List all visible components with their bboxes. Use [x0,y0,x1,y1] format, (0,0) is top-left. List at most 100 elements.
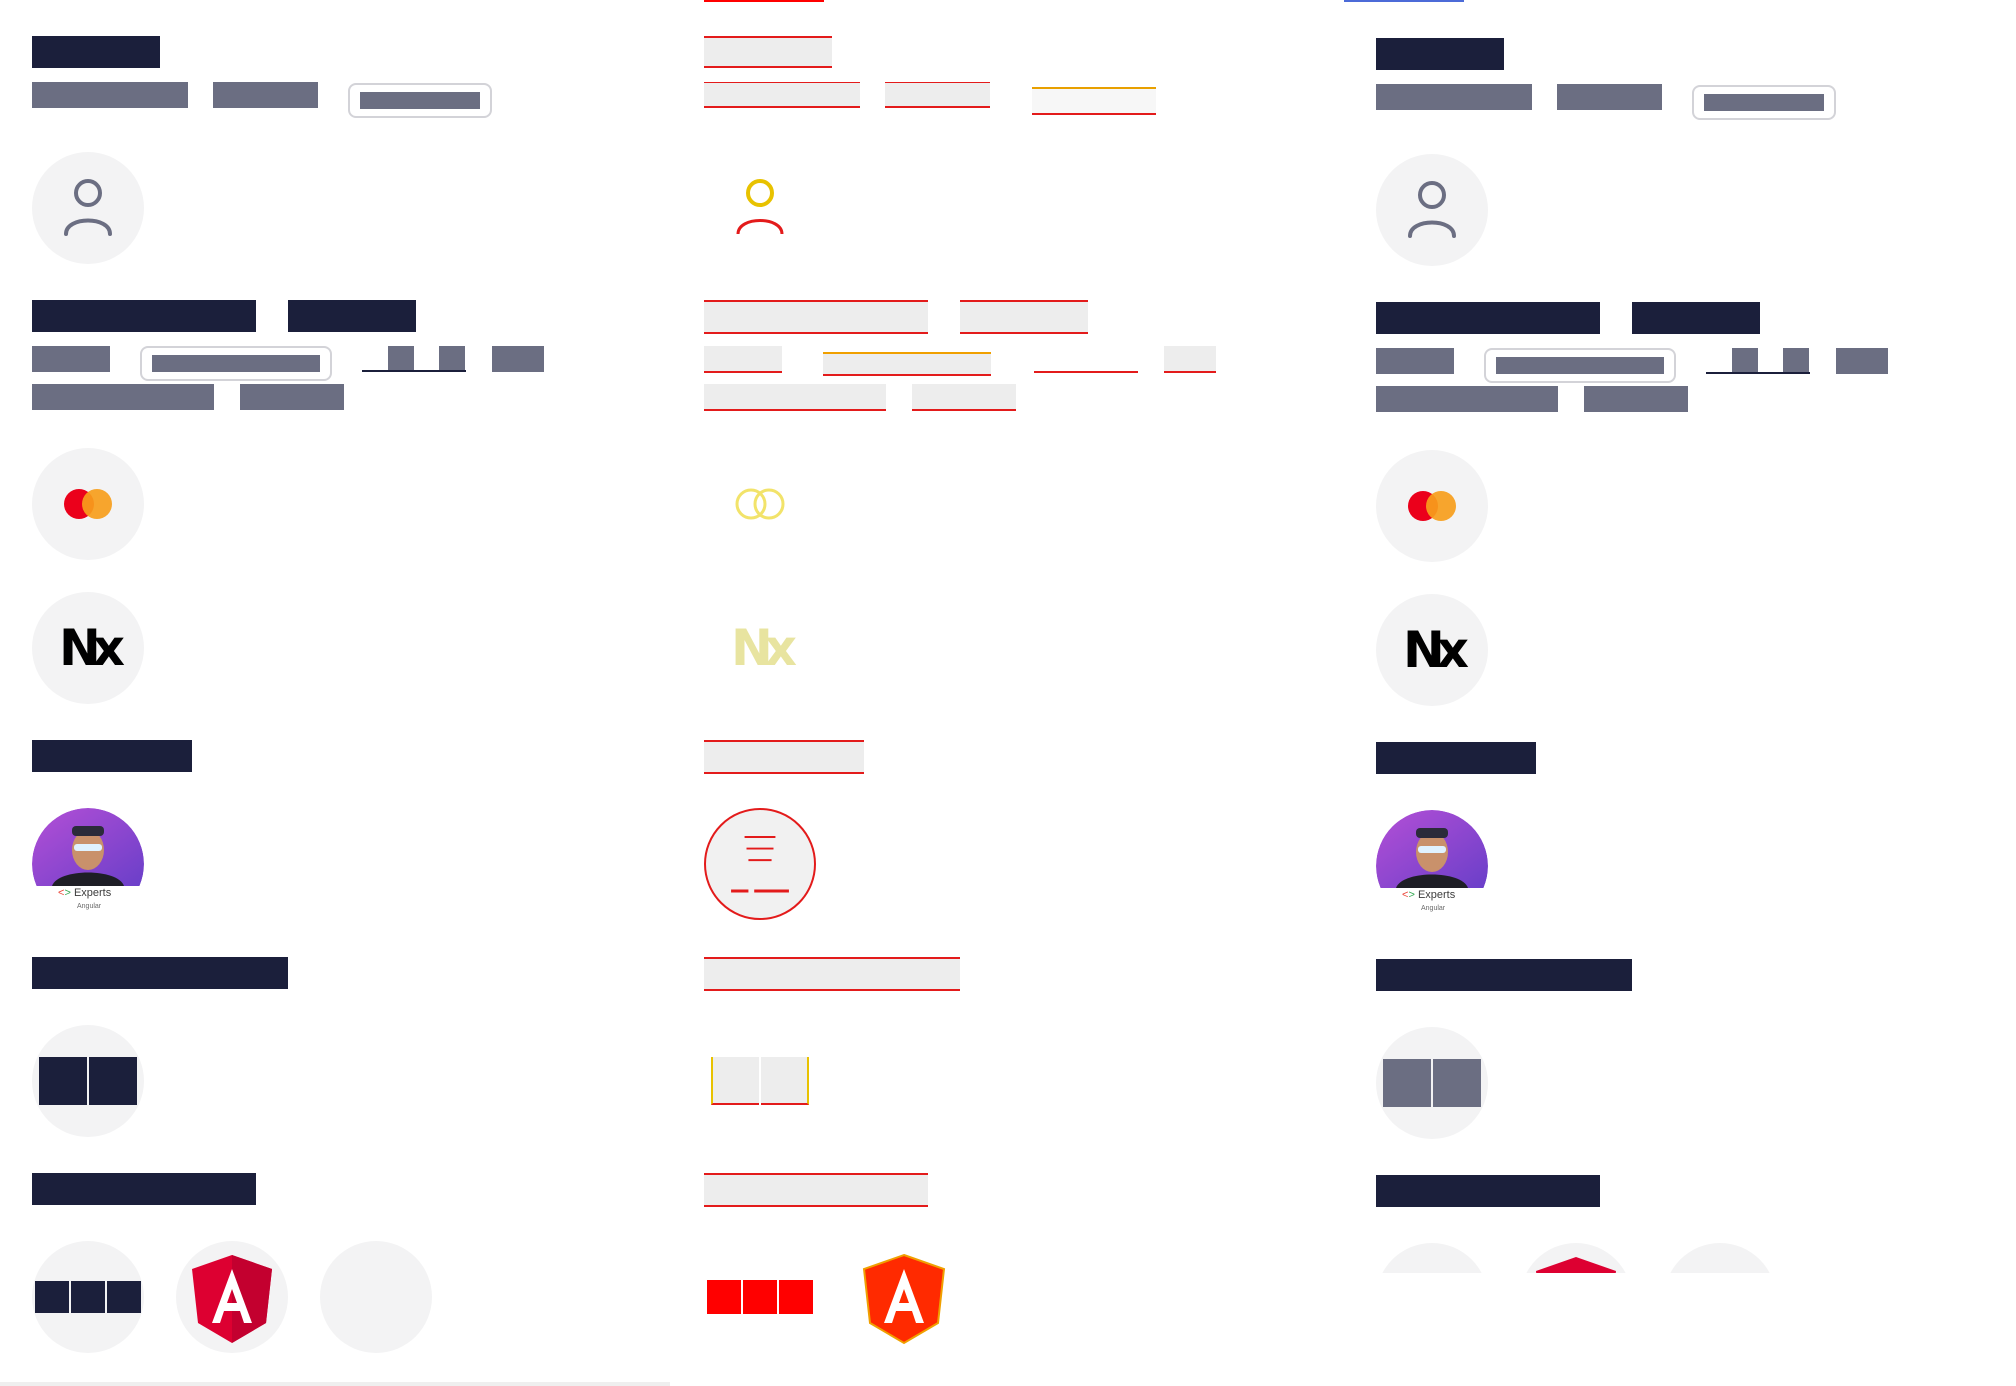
avatar-diff-outline [731,836,789,893]
segment-left[interactable] [39,1057,87,1105]
chip-button[interactable] [140,346,332,381]
panel-indicator [1344,0,1464,2]
avatar-badge-title: <> Experts [58,887,112,899]
section-heading [32,300,256,332]
button-group-diff [707,1280,741,1314]
text-placeholder [492,346,544,372]
heading-diff [704,1173,928,1207]
mastercard-circle [32,448,144,560]
text-diff [704,82,860,108]
text-placeholder [32,384,214,410]
chip-diff [1032,87,1156,115]
section-heading [1376,1175,1600,1207]
button-group-diff [743,1280,777,1314]
mastercard-diff [704,448,816,560]
text-placeholder [1584,386,1688,412]
text-placeholder [213,82,318,108]
user-icon [736,179,784,235]
chip-button[interactable] [1692,85,1836,120]
button-group-circle [32,1241,144,1353]
nx-circle: Nx [1376,594,1488,706]
angular-circle [176,1241,288,1353]
segment-diff [761,1057,809,1105]
section-heading [1632,302,1760,334]
angular-diff [848,1241,960,1353]
text-placeholder [1557,84,1662,110]
profile-avatar: <> Experts Angular [32,808,144,920]
user-avatar-diff [704,152,816,264]
text-placeholder [388,346,414,372]
segment-diff [711,1057,759,1105]
segment[interactable] [107,1281,141,1313]
nx-logo-icon: Nx [58,619,125,677]
user-icon [64,179,112,236]
nx-logo-icon: Nx [1402,621,1469,679]
text-diff [704,346,782,373]
segment-left[interactable] [1383,1059,1431,1107]
segment[interactable] [71,1281,105,1313]
segment[interactable] [35,1281,69,1313]
empty-circle [1664,1243,1776,1273]
text-placeholder [1376,348,1454,374]
text-diff [1034,346,1138,373]
section-heading [32,740,192,772]
mastercard-icon [1408,491,1456,521]
panel-bottom-edge [0,1382,670,1386]
mastercard-circle [1376,450,1488,562]
button-group-diff [779,1280,813,1314]
link-underline[interactable] [1706,372,1810,374]
toggle-diff [704,1025,816,1137]
segment-right[interactable] [89,1057,137,1105]
button-group-circle [1376,1243,1488,1273]
text-diff [1164,346,1216,373]
chip-diff [823,352,991,376]
section-heading [32,1173,256,1205]
text-diff [885,82,990,108]
profile-avatar-diff [704,808,816,920]
section-heading [32,957,288,989]
section-heading [1376,742,1536,774]
mastercard-icon [735,488,785,520]
angular-logo-icon [192,1255,272,1343]
diff-marker [704,0,824,2]
text-placeholder [1376,386,1558,412]
section-heading [288,300,416,332]
nx-logo-icon: Nx [730,619,797,677]
text-diff [912,384,1016,411]
mastercard-icon [64,489,112,519]
segment-right[interactable] [1433,1059,1481,1107]
avatar-badge-subtitle: Angular [77,903,102,910]
section-heading [1376,959,1632,991]
angular-logo-icon [862,1253,946,1345]
chip-button[interactable] [1484,348,1676,383]
heading-diff [704,300,928,334]
text-placeholder [439,346,465,372]
chip-button[interactable] [348,83,492,118]
toggle-circle [1376,1027,1488,1139]
text-diff [704,384,886,411]
text-placeholder [1376,84,1532,110]
empty-circle [320,1241,432,1353]
avatar-badge-title: <> Experts [1402,889,1456,901]
user-avatar-circle [32,152,144,264]
nx-circle: Nx [32,592,144,704]
text-placeholder [1732,348,1758,374]
heading-diff [704,957,960,991]
angular-circle [1520,1243,1632,1273]
text-placeholder [1783,348,1809,374]
text-placeholder [1836,348,1888,374]
user-avatar-circle [1376,154,1488,266]
link-underline[interactable] [362,370,466,372]
profile-avatar: <> Experts Angular [1376,810,1488,922]
panel-middle: Nx [704,0,1264,1386]
heading-diff [960,300,1088,334]
section-heading [32,36,160,68]
text-placeholder [240,384,344,410]
text-placeholder [32,346,110,372]
text-placeholder [32,82,188,108]
clipped-row [1344,1243,1904,1273]
angular-logo-icon [1536,1257,1616,1273]
panel-left: Nx <> Experts Angular [0,0,560,1386]
user-icon [1408,181,1456,238]
heading-diff [704,740,864,774]
